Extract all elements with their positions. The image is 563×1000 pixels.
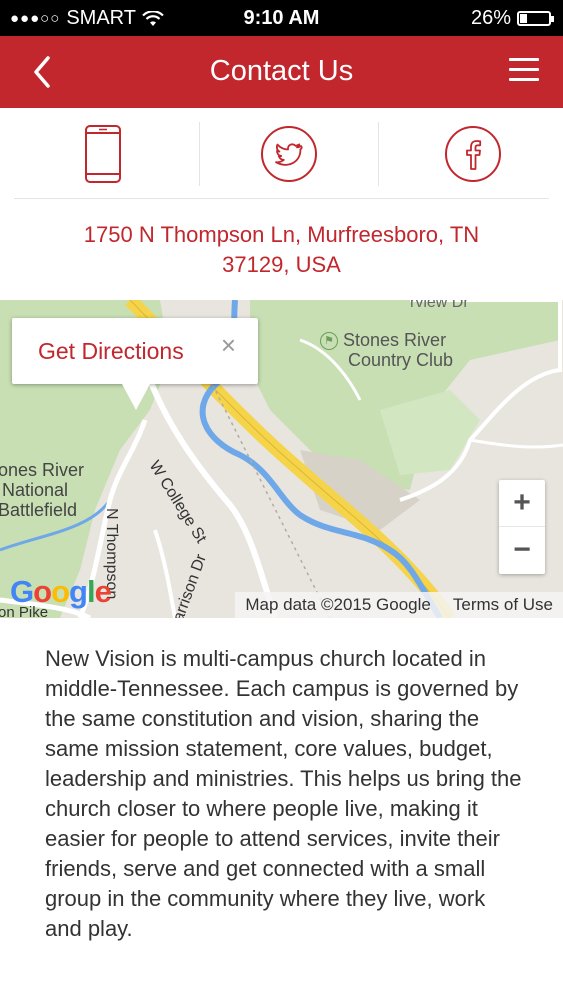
menu-button[interactable] bbox=[509, 58, 539, 84]
zoom-in-button[interactable]: + bbox=[499, 480, 545, 527]
map-attribution: Map data ©2015 Google Terms of Use bbox=[235, 592, 563, 618]
popup-pointer bbox=[122, 384, 150, 410]
contact-icon-row bbox=[14, 122, 549, 199]
zoom-out-button[interactable]: − bbox=[499, 527, 545, 573]
status-bar: ●●●○○ SMART 9:10 AM 26% bbox=[0, 0, 563, 36]
directions-popup[interactable]: Get Directions × bbox=[12, 318, 258, 410]
map-label-battlefield-3: Battlefield bbox=[0, 500, 78, 520]
map-label-view-dr: rview Dr bbox=[410, 300, 469, 311]
map-label-country-club-2: Country Club bbox=[348, 350, 454, 370]
page-title: Contact Us bbox=[209, 55, 354, 87]
map-label-country-club: ⚑ Stones River bbox=[320, 330, 446, 351]
facebook-button[interactable] bbox=[384, 122, 562, 186]
navigation-bar: Contact Us bbox=[0, 36, 563, 108]
embedded-map[interactable]: ⚑ Stones River Country Club rview Dr one… bbox=[0, 300, 563, 618]
call-button[interactable] bbox=[14, 122, 192, 186]
battery-percent: 26% bbox=[470, 7, 511, 29]
phone-icon bbox=[85, 125, 121, 183]
battery-status: 26% bbox=[470, 7, 554, 30]
address-line-2: 37129, USA bbox=[222, 252, 341, 277]
google-logo[interactable]: Google bbox=[10, 574, 112, 610]
map-data-credit: Map data ©2015 Google bbox=[245, 595, 431, 614]
twitter-button[interactable] bbox=[199, 122, 379, 186]
church-description: New Vision is multi-campus church locate… bbox=[45, 646, 522, 941]
twitter-icon bbox=[261, 126, 317, 182]
address-line-1: 1750 N Thompson Ln, Murfreesboro, TN bbox=[83, 222, 480, 247]
get-directions-link[interactable]: Get Directions bbox=[38, 338, 184, 365]
facebook-icon bbox=[445, 126, 501, 182]
map-label-battlefield-1: ones River bbox=[0, 460, 85, 480]
zoom-controls: + − bbox=[499, 480, 545, 574]
map-label-battlefield-2: National bbox=[2, 480, 69, 500]
terms-of-use-link[interactable]: Terms of Use bbox=[453, 594, 553, 618]
battery-icon bbox=[517, 11, 554, 26]
close-icon[interactable]: × bbox=[221, 330, 236, 361]
church-address[interactable]: 1750 N Thompson Ln, Murfreesboro, TN 371… bbox=[0, 220, 563, 280]
hamburger-menu-icon bbox=[509, 58, 539, 61]
